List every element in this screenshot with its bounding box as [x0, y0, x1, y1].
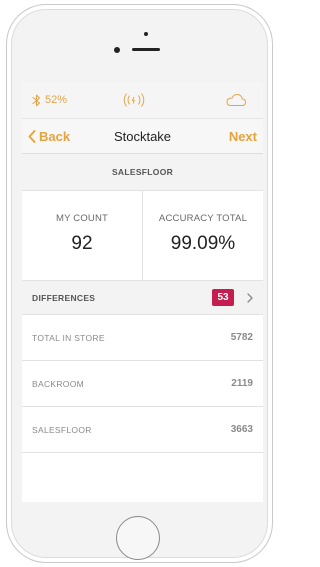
bluetooth-icon — [32, 94, 41, 107]
differences-row[interactable]: DIFFERENCES 53 — [22, 281, 263, 315]
home-button[interactable] — [116, 516, 160, 560]
status-bar: 52% — [22, 82, 263, 119]
chevron-left-icon — [28, 129, 36, 143]
proximity-sensor — [144, 32, 148, 36]
earpiece-speaker — [132, 48, 160, 51]
rfid-signal-icon — [120, 92, 148, 108]
front-camera — [114, 47, 120, 53]
bluetooth-status: 52% — [32, 82, 67, 118]
row-value: 3663 — [230, 424, 253, 435]
my-count-stat: MY COUNT 92 — [22, 191, 142, 280]
back-label: Back — [39, 128, 71, 144]
section-header: SALESFLOOR — [22, 154, 263, 191]
cloud-icon[interactable] — [225, 93, 247, 107]
cloud-status[interactable] — [225, 82, 247, 118]
list-item-salesfloor: SALESFLOOR 3663 — [22, 407, 263, 453]
next-button[interactable]: Next — [229, 119, 257, 153]
app-screen: 52% Back Stocktake Next SALESFLOOR MY CO… — [22, 82, 263, 502]
page-title: Stocktake — [113, 128, 172, 144]
list-item-total-in-store: TOTAL IN STORE 5782 — [22, 315, 263, 361]
differences-label: DIFFERENCES — [32, 292, 96, 303]
accuracy-label: ACCURACY TOTAL — [158, 213, 248, 224]
differences-count-badge: 53 — [212, 289, 234, 306]
my-count-value: 92 — [71, 233, 93, 254]
stats-panel: MY COUNT 92 ACCURACY TOTAL 99.09% — [22, 191, 263, 281]
row-label: BACKROOM — [32, 378, 84, 389]
accuracy-stat: ACCURACY TOTAL 99.09% — [143, 191, 263, 280]
accuracy-value: 99.09% — [170, 233, 236, 254]
row-value: 5782 — [230, 332, 253, 343]
rfid-status — [120, 82, 148, 118]
chevron-right-icon — [247, 281, 253, 314]
my-count-label: MY COUNT — [55, 213, 109, 224]
row-value: 2119 — [231, 378, 253, 389]
back-button[interactable]: Back — [28, 119, 70, 153]
row-label: TOTAL IN STORE — [32, 332, 105, 343]
list-item-backroom: BACKROOM 2119 — [22, 361, 263, 407]
battery-percentage: 52% — [45, 94, 68, 106]
navigation-bar: Back Stocktake Next — [22, 119, 263, 154]
row-label: SALESFLOOR — [32, 424, 92, 435]
